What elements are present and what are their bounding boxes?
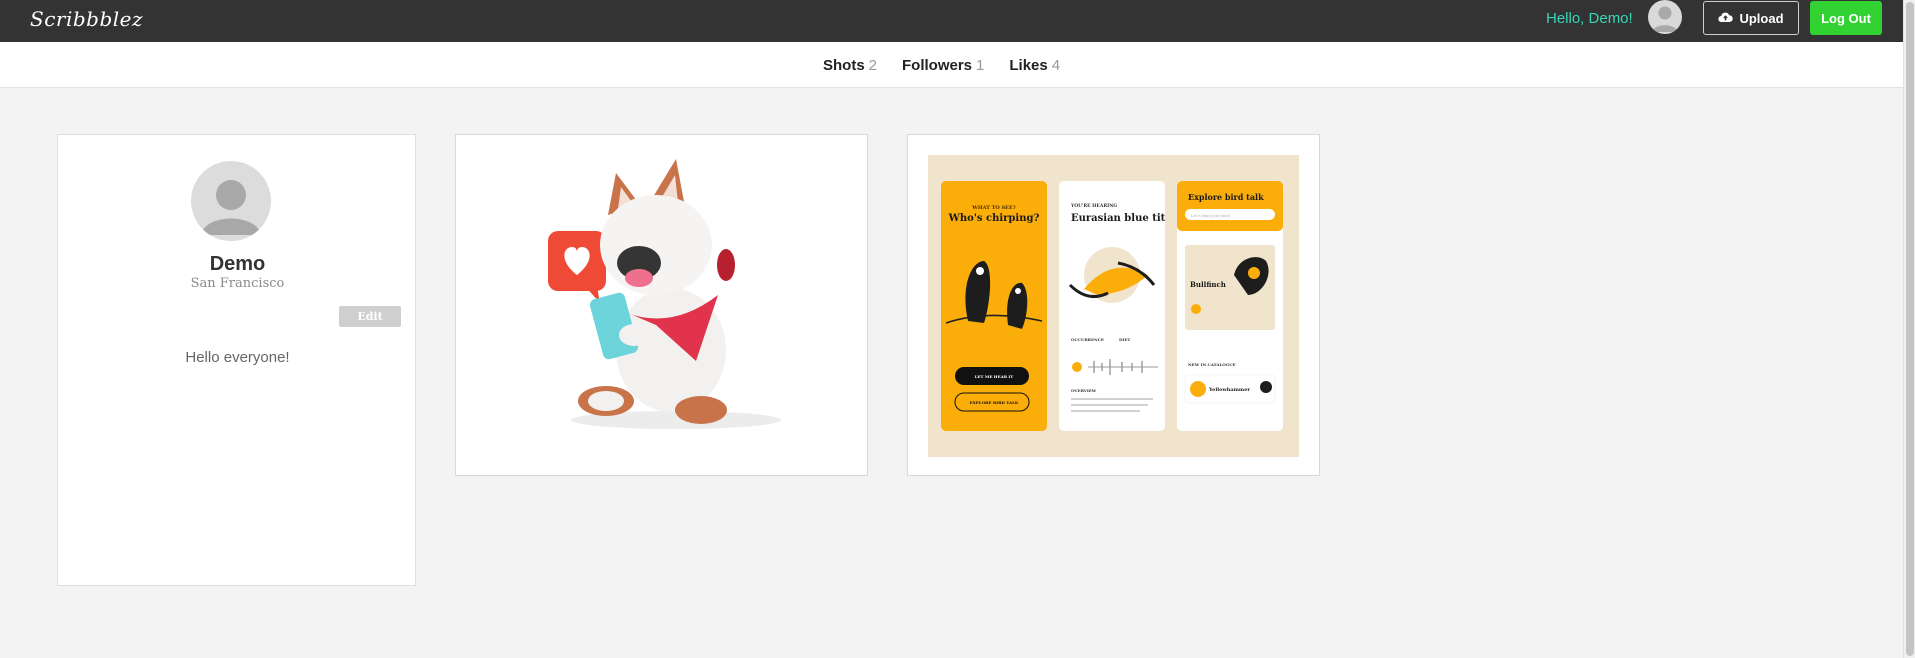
tab-count: 2 bbox=[868, 57, 878, 74]
screen2-overview: OVERVIEW bbox=[1071, 388, 1097, 393]
tab-label: Followers bbox=[902, 57, 973, 74]
tab-likes[interactable]: Likes 4 bbox=[1009, 57, 1060, 74]
tab-label: Likes bbox=[1009, 57, 1048, 74]
screen1-eyebrow: WHAT TO SEE? bbox=[971, 205, 1015, 211]
profile-bio: Hello everyone! bbox=[185, 349, 290, 366]
logo[interactable]: Scribbblez bbox=[30, 7, 143, 31]
screen2-title: Eurasian blue tit bbox=[1071, 213, 1166, 224]
profile-location: San Francisco bbox=[190, 276, 285, 291]
tab-followers[interactable]: Followers 1 bbox=[902, 57, 984, 74]
screen3-title: Explore bird talk bbox=[1188, 192, 1264, 202]
tab-shots[interactable]: Shots 2 bbox=[823, 57, 877, 74]
profile-stats-bar: Shots 2 Followers 1 Likes 4 bbox=[0, 42, 1903, 88]
screen1-button-listen: LET ME HEAR IT bbox=[975, 374, 1014, 379]
tab-count: 4 bbox=[1051, 57, 1061, 74]
dog-illustration bbox=[548, 159, 781, 429]
logout-button[interactable]: Log Out bbox=[1810, 1, 1882, 35]
profile-avatar bbox=[191, 161, 271, 241]
cloud-upload-icon bbox=[1718, 11, 1734, 26]
top-navbar: Scribbblez Hello, Demo! Upload Log Out bbox=[0, 0, 1903, 42]
user-avatar[interactable] bbox=[1648, 0, 1682, 34]
upload-label: Upload bbox=[1739, 10, 1784, 26]
tab-label: Shots bbox=[823, 57, 865, 74]
shot-card-dog[interactable] bbox=[455, 134, 868, 476]
screen2-eyebrow: YOU'RE HEARING bbox=[1070, 203, 1117, 209]
screen3-featured: Bullfinch bbox=[1190, 280, 1226, 289]
tab-count: 1 bbox=[976, 57, 985, 74]
profile-name: Demo bbox=[209, 253, 266, 275]
user-greeting: Hello, Demo! bbox=[1546, 10, 1633, 27]
screen2-diet: DIET bbox=[1119, 337, 1130, 342]
profile-card: Demo San Francisco Edit Hello everyone! bbox=[57, 134, 416, 586]
screen2-occurrence: OCCURRENCE bbox=[1071, 337, 1104, 342]
screen1-button-explore: EXPLORE BIRD TALK bbox=[970, 400, 1019, 405]
page-scrollbar[interactable] bbox=[1903, 0, 1915, 658]
upload-button[interactable]: Upload bbox=[1703, 1, 1799, 35]
shot-card-birds[interactable]: WHAT TO SEE? Who's chirping? LET ME HEAR… bbox=[907, 134, 1320, 476]
screen3-catalog: NEW IN CATALOGUE bbox=[1188, 362, 1236, 367]
screen3-search: Let's find your bird bbox=[1191, 213, 1230, 218]
scrollbar-thumb[interactable] bbox=[1906, 2, 1914, 656]
screen3-item: Yellowhammer bbox=[1208, 387, 1250, 393]
screen1-title: Who's chirping? bbox=[948, 213, 1040, 224]
edit-profile-button[interactable]: Edit bbox=[339, 306, 401, 327]
bird-app-mockup: WHAT TO SEE? Who's chirping? LET ME HEAR… bbox=[928, 155, 1299, 457]
